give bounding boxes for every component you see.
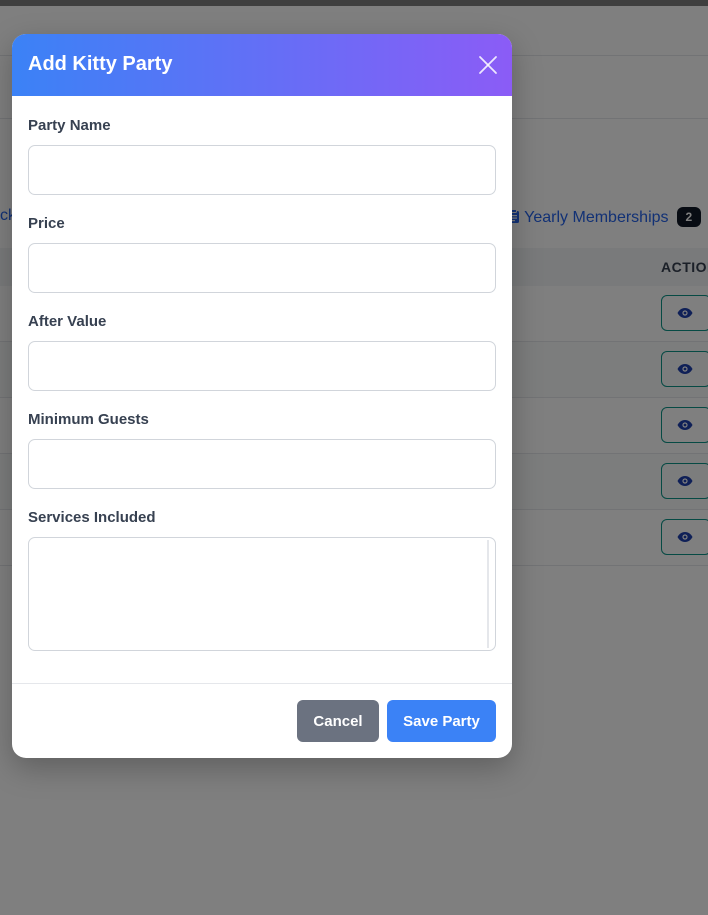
textarea-scrollbar[interactable] [487, 540, 489, 648]
close-button[interactable] [478, 55, 498, 75]
minimum-guests-input[interactable] [28, 439, 496, 489]
after-value-label: After Value [28, 313, 107, 330]
modal-header: Add Kitty Party [12, 34, 512, 96]
modal-footer: Cancel Save Party [12, 683, 512, 758]
party-name-input[interactable] [28, 145, 496, 195]
add-kitty-party-modal: Add Kitty Party Party Name Price After V… [12, 34, 512, 758]
services-included-textarea[interactable] [28, 537, 496, 651]
party-name-label: Party Name [28, 117, 111, 134]
services-included-label: Services Included [28, 509, 156, 526]
price-input[interactable] [28, 243, 496, 293]
after-value-input[interactable] [28, 341, 496, 391]
modal-body: Party Name Price After Value Minimum Gue… [12, 117, 512, 651]
price-label: Price [28, 215, 65, 232]
close-icon [479, 56, 497, 74]
minimum-guests-label: Minimum Guests [28, 411, 149, 428]
cancel-button[interactable]: Cancel [297, 700, 379, 742]
save-party-button[interactable]: Save Party [387, 700, 496, 742]
modal-title: Add Kitty Party [28, 53, 173, 75]
